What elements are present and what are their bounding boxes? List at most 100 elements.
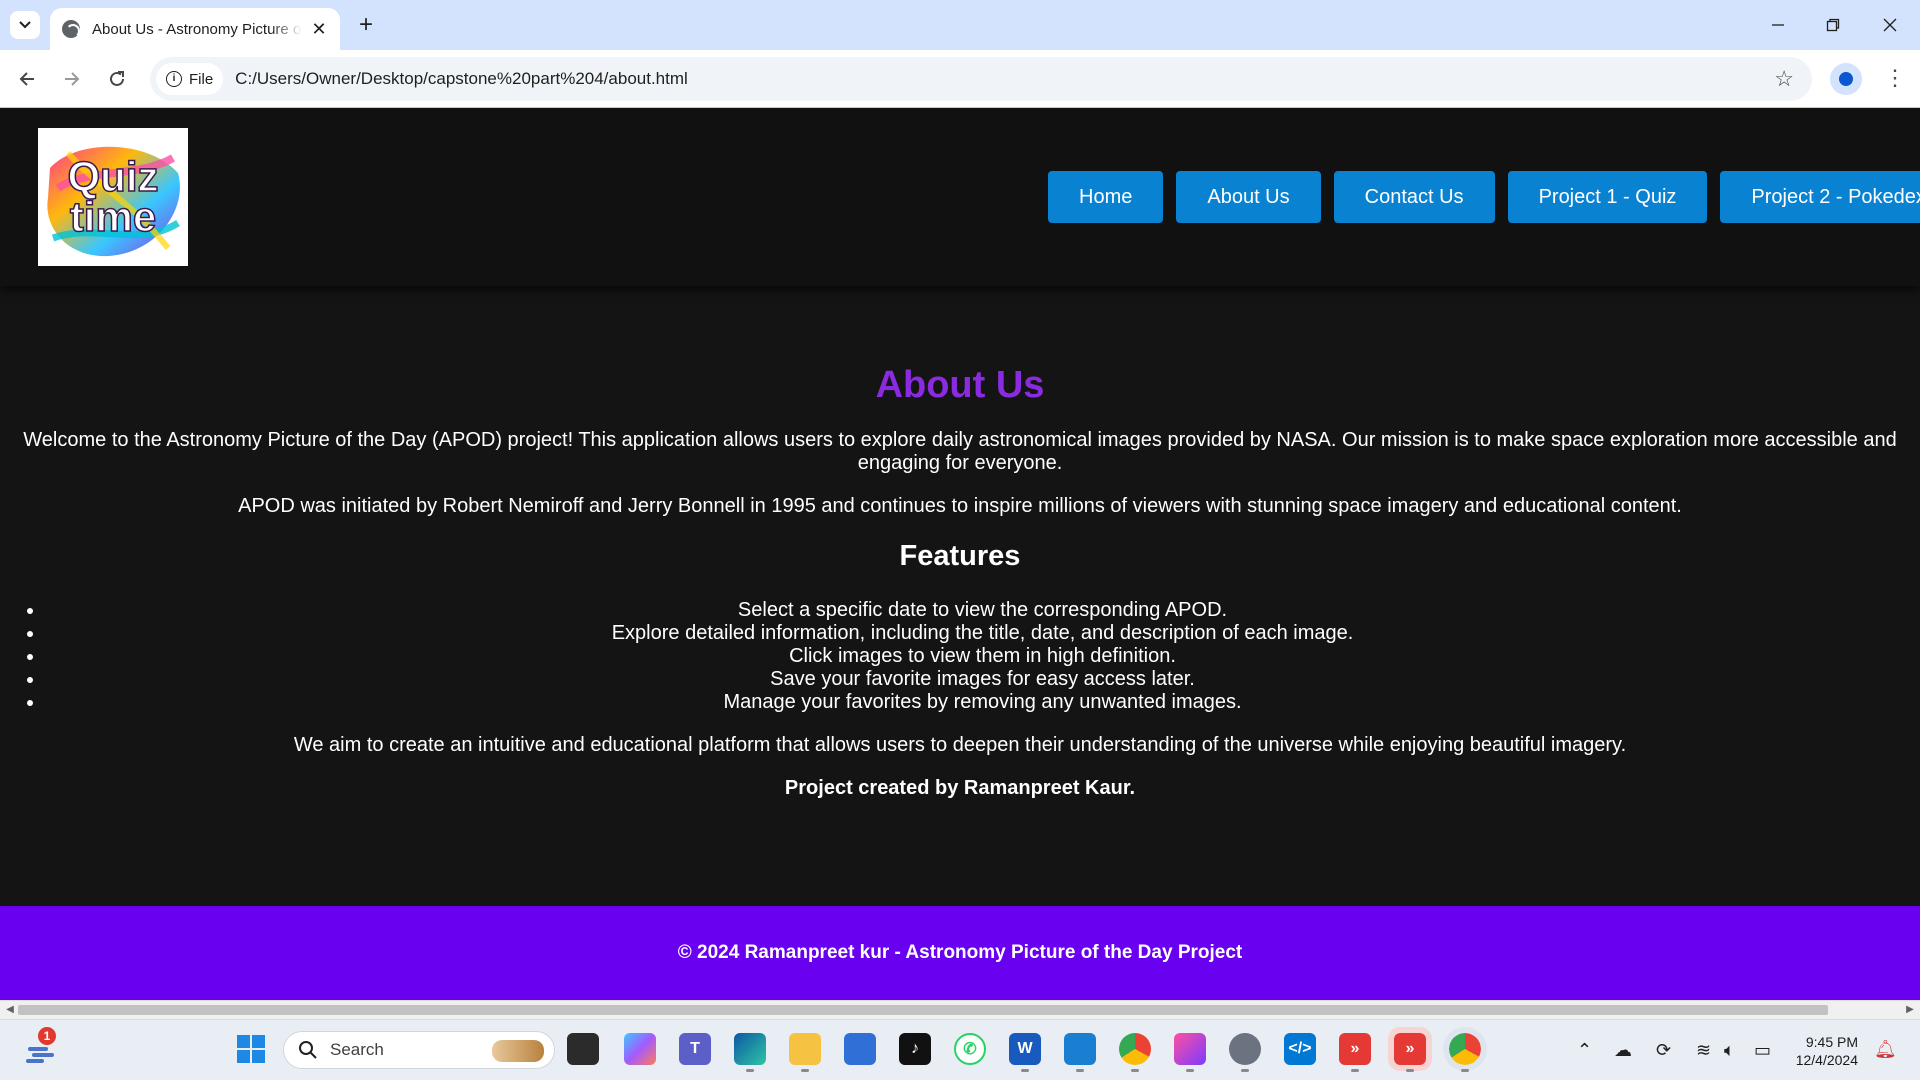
- word-icon[interactable]: W: [1009, 1033, 1041, 1072]
- site-logo[interactable]: Quiz time: [38, 128, 188, 266]
- system-clock[interactable]: 9:45 PM 12/4/2024: [1794, 1033, 1858, 1069]
- task-view-icon[interactable]: [567, 1033, 599, 1065]
- features-list: Select a specific date to view the corre…: [0, 599, 1920, 714]
- chevron-down-icon: [19, 21, 31, 29]
- windows-logo-icon: [237, 1035, 265, 1063]
- reload-button[interactable]: [102, 64, 132, 94]
- features-heading: Features: [899, 540, 1021, 572]
- git-app-icon[interactable]: »: [1339, 1033, 1371, 1072]
- file-explorer-icon[interactable]: [789, 1033, 821, 1072]
- running-indicator: [1461, 1069, 1469, 1072]
- nav-project-2-pokedex[interactable]: Project 2 - Pokedex: [1720, 171, 1920, 223]
- restore-window-button[interactable]: [1813, 8, 1853, 42]
- quiz-time-logo-image: Quiz time: [47, 146, 180, 257]
- tiktok-icon[interactable]: ♪: [899, 1033, 931, 1065]
- start-button[interactable]: [235, 1033, 267, 1065]
- tab-search-button[interactable]: [10, 11, 40, 39]
- back-button[interactable]: [12, 64, 42, 94]
- globe-icon: [62, 20, 80, 38]
- feature-item: Click images to view them in high defini…: [45, 645, 1920, 668]
- running-indicator: [1186, 1069, 1194, 1072]
- main-nav: Home About Us Contact Us Project 1 - Qui…: [1048, 171, 1920, 223]
- site-info-chip[interactable]: i File: [156, 63, 224, 95]
- feature-item: Save your favorite images for easy acces…: [45, 668, 1920, 691]
- forward-button[interactable]: [57, 64, 87, 94]
- notification-badge: 1: [38, 1027, 56, 1045]
- cloud-sync-error-icon[interactable]: ☁: [1614, 1040, 1632, 1061]
- horizontal-scrollbar[interactable]: ◀ ▶: [0, 1000, 1920, 1019]
- git-app-active-icon[interactable]: »: [1388, 1027, 1432, 1072]
- site-chip-label: File: [189, 70, 214, 88]
- nav-about-us[interactable]: About Us: [1176, 171, 1321, 223]
- aim-paragraph: We aim to create an intuitive and educat…: [293, 734, 1627, 756]
- browser-tab-active[interactable]: About Us - Astronomy Picture of the Day …: [50, 8, 340, 50]
- whatsapp-icon[interactable]: ✆: [954, 1033, 986, 1065]
- taskbar-search[interactable]: Search: [283, 1031, 555, 1069]
- copilot-icon[interactable]: [624, 1033, 656, 1065]
- nav-contact-us[interactable]: Contact Us: [1333, 171, 1495, 223]
- teams-icon[interactable]: T: [679, 1033, 711, 1065]
- browser-menu-button[interactable]: ⋮: [1880, 64, 1910, 94]
- microsoft-store-icon[interactable]: [844, 1033, 876, 1065]
- running-indicator: [1351, 1069, 1359, 1072]
- url-text[interactable]: C:/Users/Owner/Desktop/capstone%20part%2…: [235, 69, 688, 89]
- history-paragraph: APOD was initiated by Robert Nemiroff an…: [238, 495, 1682, 517]
- battery-icon[interactable]: ▭: [1754, 1040, 1771, 1061]
- chrome-active-icon[interactable]: [1443, 1027, 1487, 1072]
- sync-icon[interactable]: ⟳: [1656, 1040, 1671, 1061]
- info-icon: i: [166, 71, 182, 87]
- profile-button[interactable]: [1830, 63, 1862, 95]
- browser-toolbar: i File C:/Users/Owner/Desktop/capstone%2…: [0, 50, 1920, 108]
- tab-title: About Us - Astronomy Picture of the Day: [92, 20, 302, 38]
- running-indicator: [801, 1069, 809, 1072]
- chrome-icon[interactable]: [1119, 1033, 1151, 1072]
- avatar-icon: [1839, 72, 1853, 86]
- settings-gear-icon[interactable]: [1229, 1033, 1261, 1072]
- new-tab-button[interactable]: +: [352, 12, 380, 40]
- vscode-icon[interactable]: </>: [1284, 1033, 1316, 1065]
- credit-text: Project created by Ramanpreet Kaur.: [784, 777, 1136, 799]
- photos-icon[interactable]: [1064, 1033, 1096, 1072]
- close-icon: [1883, 18, 1897, 32]
- search-icon: [299, 1041, 317, 1059]
- edge-icon[interactable]: [734, 1033, 766, 1072]
- arrow-right-icon: [65, 72, 80, 86]
- close-tab-icon[interactable]: ✕: [308, 18, 330, 40]
- reload-icon: [110, 71, 124, 86]
- minimize-window-button[interactable]: [1758, 8, 1798, 42]
- search-placeholder: Search: [330, 1040, 384, 1059]
- scroll-right-arrow-icon[interactable]: ▶: [1902, 1002, 1918, 1018]
- intro-paragraph: Welcome to the Astronomy Picture of the …: [23, 429, 1897, 474]
- running-indicator: [1241, 1069, 1249, 1072]
- scrollbar-thumb[interactable]: [18, 1005, 1828, 1015]
- browser-tab-bar: About Us - Astronomy Picture of the Day …: [0, 0, 1920, 50]
- running-indicator: [1131, 1069, 1139, 1072]
- volume-icon[interactable]: 🔈︎: [1724, 1040, 1735, 1061]
- creative-cloud-icon[interactable]: [1174, 1033, 1206, 1072]
- address-bar[interactable]: i File C:/Users/Owner/Desktop/capstone%2…: [150, 57, 1812, 101]
- running-indicator: [1406, 1069, 1414, 1072]
- nav-home[interactable]: Home: [1048, 171, 1164, 223]
- footer-text: © 2024 Ramanpreet kur - Astronomy Pictur…: [677, 942, 1243, 963]
- restore-icon: [1826, 18, 1840, 32]
- running-indicator: [1076, 1069, 1084, 1072]
- site-header: Quiz time Home About Us Contact Us Proje…: [0, 108, 1920, 286]
- minimize-icon: [1772, 24, 1784, 26]
- web-page: Quiz time Home About Us Contact Us Proje…: [0, 108, 1920, 1000]
- show-hidden-icons-chevron-icon[interactable]: ⌃: [1577, 1040, 1592, 1061]
- nav-project-1-quiz[interactable]: Project 1 - Quiz: [1507, 171, 1708, 223]
- feature-item: Explore detailed information, including …: [45, 622, 1920, 645]
- feature-item: Select a specific date to view the corre…: [45, 599, 1920, 622]
- close-window-button[interactable]: [1870, 8, 1910, 42]
- wifi-icon[interactable]: ≋: [1696, 1040, 1711, 1061]
- notification-bell-icon[interactable]: 🔔︎: [1874, 1039, 1897, 1060]
- clock-time: 9:45 PM: [1805, 1034, 1858, 1050]
- windows-taskbar: 1 Search T ♪ ✆ W </> » » ⌃ ☁ ⟳ ≋ 🔈︎ ▭ 9:…: [0, 1019, 1920, 1080]
- bookmark-star-icon[interactable]: ☆: [1774, 66, 1794, 92]
- site-footer: © 2024 Ramanpreet kur - Astronomy Pictur…: [0, 906, 1920, 1000]
- scroll-left-arrow-icon[interactable]: ◀: [2, 1002, 18, 1018]
- logo-text-time: time: [70, 193, 156, 240]
- search-highlight-image: [492, 1040, 544, 1062]
- running-indicator: [746, 1069, 754, 1072]
- running-indicator: [1021, 1069, 1029, 1072]
